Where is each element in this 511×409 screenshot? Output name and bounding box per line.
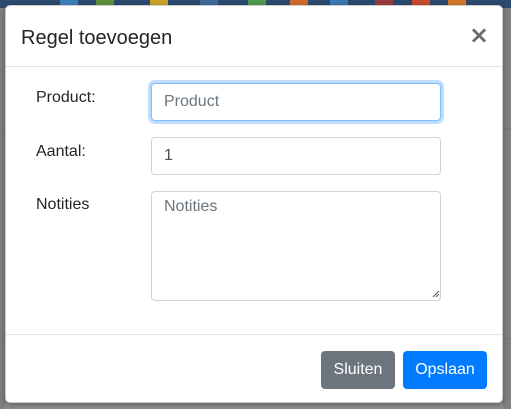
product-input[interactable] [151,83,441,121]
close-button[interactable]: Sluiten [321,351,395,389]
background-divider [503,128,511,129]
close-icon[interactable]: × [468,22,490,48]
background-divider [503,338,511,339]
dialog-title: Regel toevoegen [21,27,173,49]
aantal-label: Aantal: [36,143,86,160]
notities-label: Notities [36,196,90,213]
add-line-dialog: Regel toevoegen × Product: Aantal: Notit… [5,5,503,403]
background-panel-right [503,8,511,409]
dialog-header: Regel toevoegen × [6,6,502,67]
aantal-input[interactable] [151,137,441,175]
save-button[interactable]: Opslaan [403,351,487,389]
dialog-footer: Sluiten Opslaan [6,334,502,403]
notities-textarea[interactable] [151,191,441,301]
product-label: Product: [36,89,96,106]
resize-grip-icon[interactable] [432,290,440,298]
